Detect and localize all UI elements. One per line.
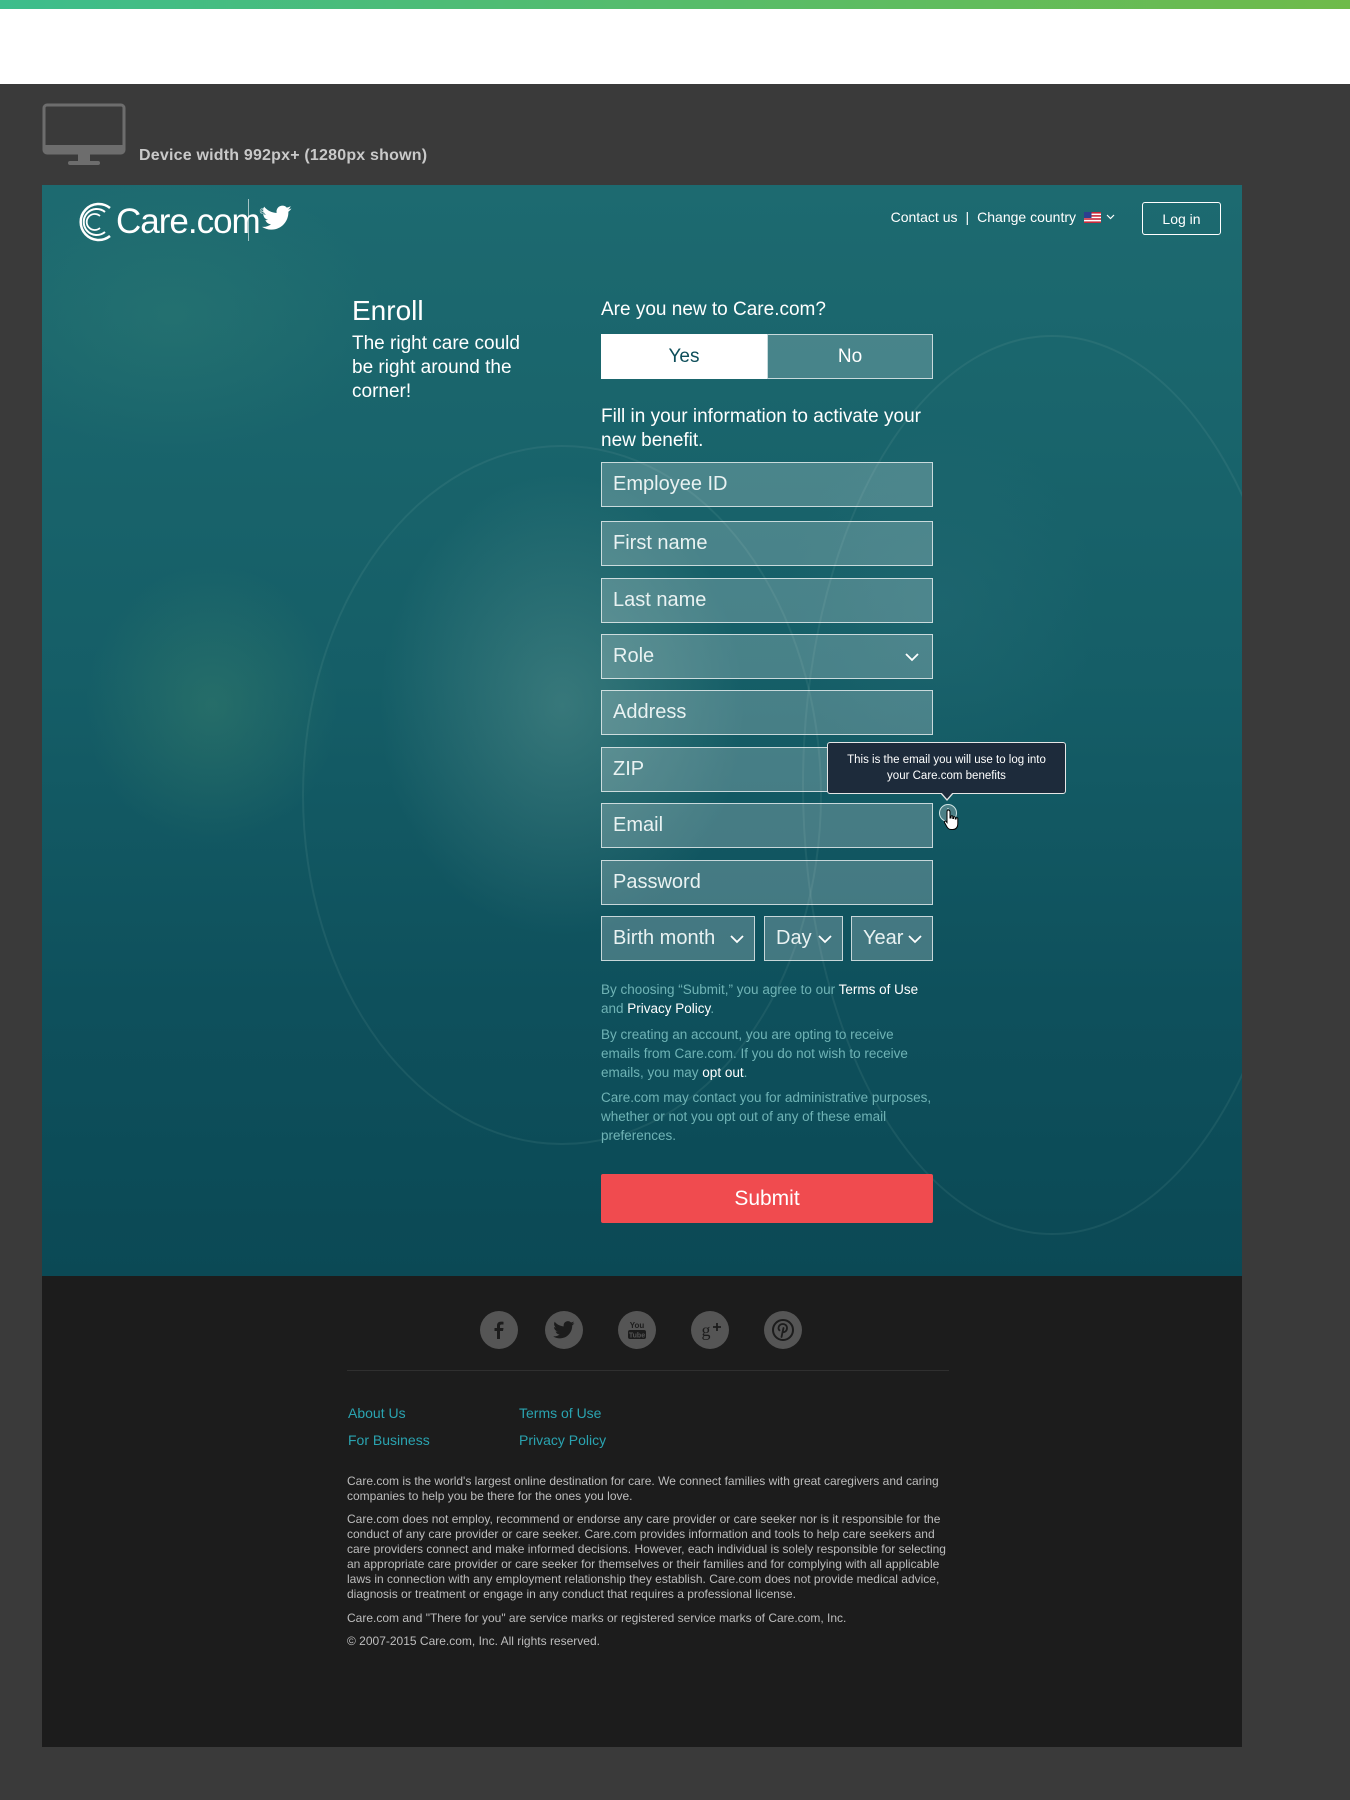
- new-user-question: Are you new to Care.com?: [601, 299, 826, 320]
- footer-privacy-link[interactable]: Privacy Policy: [519, 1432, 606, 1448]
- top-white-band: [0, 9, 1350, 84]
- for-business-link[interactable]: For Business: [348, 1432, 430, 1448]
- last-name-placeholder: Last name: [613, 589, 707, 611]
- svg-text:You: You: [630, 1321, 645, 1330]
- svg-text:Tube: Tube: [629, 1333, 645, 1340]
- care-com-logo[interactable]: Care.com ®: [74, 199, 266, 245]
- terms-and-text: and: [601, 1001, 628, 1016]
- login-button[interactable]: Log in: [1142, 202, 1221, 235]
- chevron-down-icon: [905, 653, 919, 662]
- last-name-field[interactable]: Last name: [601, 578, 933, 623]
- chevron-down-icon[interactable]: [1106, 214, 1115, 220]
- page-frame: Care.com ® Contact us | Change country L…: [42, 185, 1242, 1747]
- employee-id-field[interactable]: Employee ID: [601, 462, 933, 507]
- address-field[interactable]: Address: [601, 690, 933, 735]
- yes-toggle-button[interactable]: Yes: [601, 334, 767, 379]
- employee-id-placeholder: Employee ID: [613, 473, 728, 495]
- logo-divider: [248, 199, 249, 241]
- submit-button[interactable]: Submit: [601, 1174, 933, 1223]
- device-width-caption: Device width 992px+ (1280px shown): [139, 147, 428, 164]
- svg-text:g: g: [702, 1320, 711, 1340]
- twitter-icon[interactable]: [545, 1311, 583, 1349]
- enroll-title: Enroll: [352, 295, 424, 326]
- about-us-link[interactable]: About Us: [348, 1405, 406, 1421]
- zip-placeholder: ZIP: [613, 758, 645, 780]
- optin-lead-text: By creating an account, you are opting t…: [601, 1027, 908, 1080]
- birth-day-select[interactable]: Day: [764, 916, 843, 961]
- role-placeholder: Role: [613, 645, 655, 667]
- email-tooltip: This is the email you will use to log in…: [827, 742, 1066, 794]
- us-flag-icon[interactable]: [1084, 211, 1101, 223]
- email-placeholder: Email: [613, 814, 664, 836]
- birth-year-select[interactable]: Year: [851, 916, 933, 961]
- address-placeholder: Address: [613, 701, 687, 723]
- chevron-down-icon: [730, 935, 744, 944]
- role-select[interactable]: Role: [601, 634, 933, 679]
- birth-month-select[interactable]: Birth month: [601, 916, 755, 961]
- top-navigation: Contact us | Change country: [891, 209, 1115, 225]
- facebook-icon[interactable]: [480, 1311, 518, 1349]
- no-toggle-button[interactable]: No: [767, 334, 933, 379]
- youtube-icon[interactable]: You Tube: [618, 1311, 656, 1349]
- terms-lead-text: By choosing “Submit,” you agree to our: [601, 982, 839, 997]
- admin-contact-text: Care.com may contact you for administrat…: [601, 1090, 932, 1143]
- desktop-monitor-icon: [42, 103, 126, 165]
- form-instructions: Fill in your information to activate you…: [601, 406, 921, 451]
- nav-separator: |: [965, 209, 970, 225]
- chevron-down-icon: [908, 935, 922, 944]
- care-logo-swirl-icon: [79, 202, 111, 242]
- tooltip-arrow-inner: [941, 792, 953, 799]
- enroll-subtitle: The right care could be right around the…: [352, 333, 520, 402]
- footer-terms-link[interactable]: Terms of Use: [519, 1405, 601, 1421]
- top-accent-bar: [0, 0, 1350, 9]
- terms-of-use-link[interactable]: Terms of Use: [839, 982, 919, 997]
- optin-end-text: .: [743, 1065, 748, 1080]
- logo-wordmark: Care.com: [116, 202, 261, 241]
- twitter-icon[interactable]: [262, 205, 292, 231]
- pinterest-icon[interactable]: [764, 1311, 802, 1349]
- footer-about-text: Care.com is the world's largest online d…: [347, 1474, 939, 1503]
- birth-day-placeholder: Day: [776, 927, 812, 949]
- first-name-field[interactable]: First name: [601, 521, 933, 566]
- privacy-policy-link[interactable]: Privacy Policy: [627, 1001, 710, 1016]
- contact-us-link[interactable]: Contact us: [891, 209, 958, 225]
- email-field[interactable]: Email: [601, 803, 933, 848]
- footer-disclaimer-text: Care.com does not employ, recommend or e…: [347, 1512, 946, 1601]
- birth-month-placeholder: Birth month: [613, 927, 716, 949]
- google-plus-icon[interactable]: g: [691, 1311, 729, 1349]
- terms-agreement-text: By choosing “Submit,” you agree to our T…: [601, 980, 933, 1018]
- password-placeholder: Password: [613, 871, 701, 893]
- password-field[interactable]: Password: [601, 860, 933, 905]
- birth-year-placeholder: Year: [863, 927, 904, 949]
- footer-copyright: © 2007-2015 Care.com, Inc. All rights re…: [347, 1634, 600, 1648]
- chevron-down-icon: [818, 935, 832, 944]
- first-name-placeholder: First name: [613, 532, 708, 554]
- change-country-link[interactable]: Change country: [977, 209, 1076, 225]
- terms-end-text: .: [710, 1001, 715, 1016]
- footer-divider: [347, 1370, 949, 1371]
- hand-cursor-icon: [943, 809, 959, 830]
- email-optin-text: By creating an account, you are opting t…: [601, 1025, 933, 1082]
- footer-service-marks-text: Care.com and "There for you" are service…: [347, 1611, 847, 1625]
- footer: You Tube g About Us For Business Terms o…: [42, 1276, 1242, 1747]
- opt-out-link[interactable]: opt out: [702, 1065, 743, 1080]
- hero-section: Care.com ® Contact us | Change country L…: [42, 185, 1242, 1276]
